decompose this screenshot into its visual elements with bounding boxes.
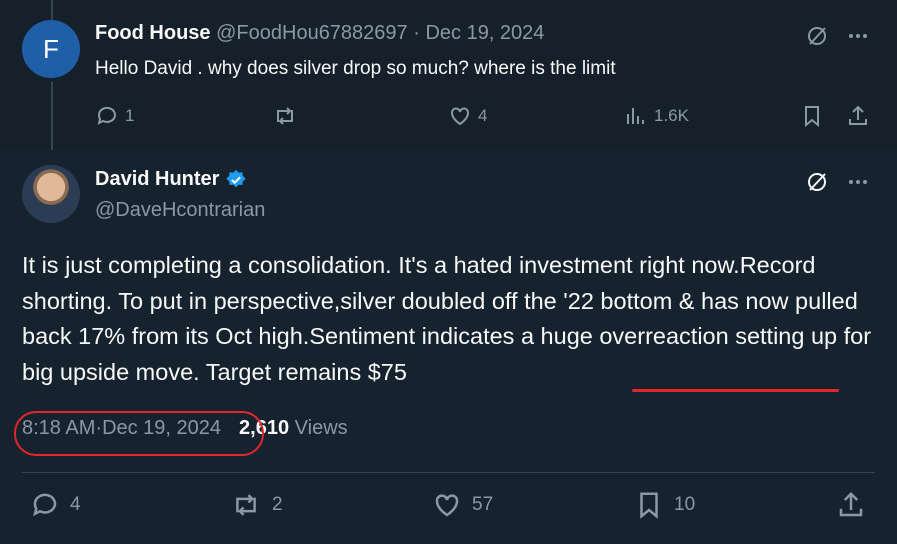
author-handle[interactable]: @FoodHou67882697 [216, 22, 408, 44]
grok-icon[interactable] [805, 24, 829, 53]
retweet-button[interactable] [272, 104, 298, 128]
annotation-underline [632, 389, 839, 392]
avatar[interactable] [22, 165, 80, 223]
verified-badge-icon [226, 169, 247, 187]
retweet-icon [236, 494, 256, 516]
reply-text: Hello David . why does silver drop so mu… [95, 58, 616, 79]
more-icon[interactable] [846, 24, 870, 53]
thread-line [51, 82, 53, 150]
views-label: Views [294, 417, 348, 439]
annotation-circle [14, 411, 264, 456]
tweet-text: It is just completing a consolidation. I… [22, 252, 872, 385]
grok-icon[interactable] [805, 170, 829, 199]
heart-icon [435, 494, 459, 517]
author-name[interactable]: David Hunter [95, 168, 219, 191]
retweet-icon [277, 107, 293, 125]
author-name[interactable]: Food House [95, 22, 211, 44]
thread-line-top [51, 0, 53, 20]
like-button[interactable]: 57 [432, 490, 493, 520]
share-button[interactable] [836, 490, 866, 520]
reply-tweet[interactable]: F Food House @FoodHou67882697 · Dec 19, … [0, 0, 897, 150]
divider [22, 472, 875, 473]
tweet-date[interactable]: Dec 19, 2024 [425, 22, 544, 44]
reply-header: Food House @FoodHou67882697 · Dec 19, 20… [95, 22, 545, 44]
analytics-icon [627, 108, 644, 124]
views-button[interactable]: 1.6K [624, 104, 689, 128]
reply-icon [33, 493, 57, 517]
share-icon [839, 491, 863, 517]
reply-icon [97, 106, 116, 125]
share-icon [849, 105, 867, 125]
more-icon[interactable] [846, 170, 870, 199]
heart-icon [451, 107, 469, 126]
bookmark-button[interactable]: 10 [634, 490, 695, 520]
avatar[interactable]: F [22, 20, 80, 78]
share-button[interactable] [846, 104, 870, 128]
bookmark-button[interactable] [800, 104, 824, 128]
author-handle[interactable]: @DaveHcontrarian [95, 199, 265, 222]
highlighted-text: Target remains $75 [205, 358, 407, 385]
reply-button[interactable]: 1 [95, 104, 134, 128]
like-button[interactable]: 4 [448, 104, 487, 128]
author-name-row[interactable]: David Hunter [95, 168, 247, 191]
reply-button[interactable]: 4 [30, 490, 81, 520]
bookmark-icon [805, 106, 819, 128]
retweet-button[interactable]: 2 [230, 490, 283, 520]
bookmark-icon [640, 492, 658, 519]
